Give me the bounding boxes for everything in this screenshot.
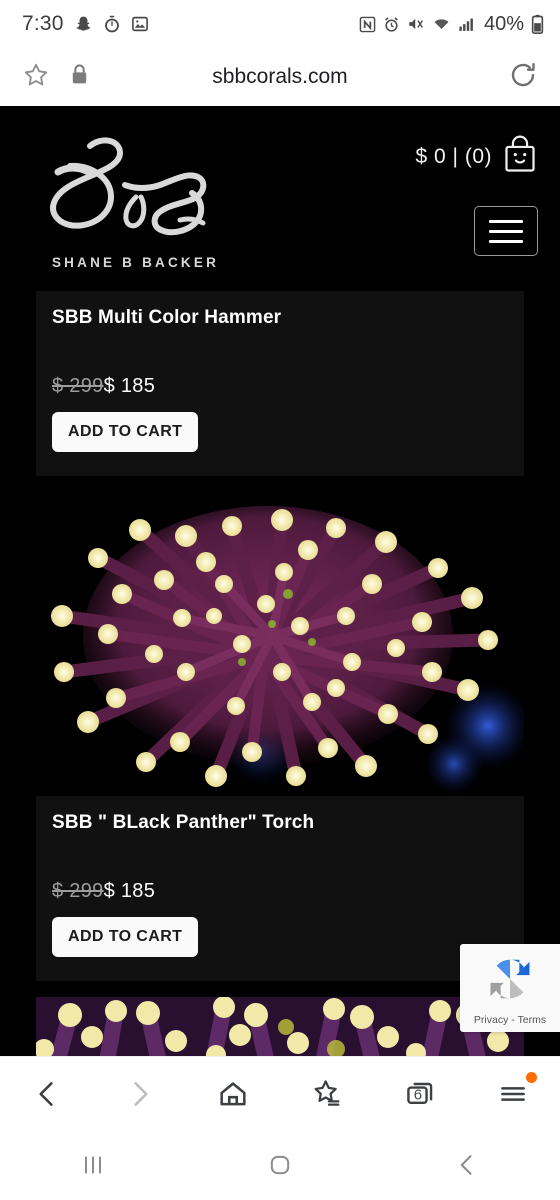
battery-percent-label: 40% xyxy=(483,12,524,35)
back-button[interactable] xyxy=(427,1140,507,1190)
tab-count-label: 6 xyxy=(413,1085,423,1103)
product-listing: SBB Multi Color Hammer $ 299$ 185 ADD TO… xyxy=(0,291,560,1056)
android-nav-bar xyxy=(0,1130,560,1200)
product-image[interactable] xyxy=(36,476,524,796)
home-button[interactable] xyxy=(240,1140,320,1190)
browser-menu-button[interactable] xyxy=(481,1064,545,1124)
cart-summary[interactable]: $ 0 | (0) xyxy=(416,134,538,179)
recaptcha-privacy-terms[interactable]: Privacy - Terms xyxy=(474,1014,546,1026)
signal-icon xyxy=(458,16,475,33)
url-bar-left-icons xyxy=(22,61,89,94)
browser-home-button[interactable] xyxy=(201,1064,265,1124)
recaptcha-badge[interactable]: Privacy - Terms xyxy=(460,944,560,1032)
lock-icon[interactable] xyxy=(70,63,89,91)
product-current-price: $ 185 xyxy=(103,880,156,902)
product-card[interactable]: SBB Multi Color Hammer $ 299$ 185 ADD TO… xyxy=(0,291,560,476)
product-price: $ 299$ 185 xyxy=(52,880,524,903)
star-icon[interactable] xyxy=(22,61,50,94)
status-bar-left: 7:30 xyxy=(22,12,149,36)
android-status-bar: 7:30 40% xyxy=(0,0,560,48)
status-bar-right: 40% xyxy=(359,13,544,36)
snapchat-icon xyxy=(74,15,93,34)
menu-notification-dot xyxy=(526,1071,538,1083)
timer-icon xyxy=(103,15,121,33)
site-logo[interactable]: SHANE B BACKER xyxy=(28,128,243,270)
browser-forward-button[interactable] xyxy=(108,1064,172,1124)
hamburger-line xyxy=(489,239,523,243)
black-panther-torch-coral-photo xyxy=(36,476,524,796)
hamburger-line xyxy=(489,229,523,233)
product-image[interactable] xyxy=(36,997,524,1056)
sbb-monogram-icon xyxy=(50,137,207,236)
site-hamburger-menu-button[interactable] xyxy=(474,206,538,256)
hamburger-line xyxy=(489,219,523,223)
shopping-bag-icon[interactable] xyxy=(502,134,538,179)
add-to-cart-button[interactable]: ADD TO CART xyxy=(52,917,199,957)
product-current-price: $ 185 xyxy=(103,375,156,397)
battery-icon xyxy=(531,14,544,34)
image-icon xyxy=(131,15,149,33)
recents-button[interactable] xyxy=(53,1140,133,1190)
browser-bottom-toolbar: 6 xyxy=(0,1056,560,1130)
wifi-icon xyxy=(432,15,451,33)
logo-subtitle: SHANE B BACKER xyxy=(51,255,220,270)
product-title: SBB Multi Color Hammer xyxy=(52,307,282,328)
product-old-price: $ 299 xyxy=(52,375,104,397)
phone-screen: 7:30 40% sbbcorals.com SHANE B BACKER $ … xyxy=(0,0,560,1200)
cart-total-label: $ 0 | (0) xyxy=(415,144,492,168)
nfc-icon xyxy=(359,16,376,33)
product-title: SBB " BLack Panther" Torch xyxy=(52,812,315,833)
product-price: $ 299$ 185 xyxy=(52,375,524,398)
product-info: SBB Multi Color Hammer $ 299$ 185 ADD TO… xyxy=(36,291,524,476)
webpage-viewport[interactable]: SHANE B BACKER $ 0 | (0) SBB Multi Color… xyxy=(0,106,560,1056)
status-bar-clock: 7:30 xyxy=(22,12,64,35)
site-header: SHANE B BACKER $ 0 | (0) xyxy=(0,106,560,291)
third-coral-photo-partial xyxy=(36,997,524,1056)
product-old-price: $ 299 xyxy=(52,880,104,902)
product-info: SBB " BLack Panther" Torch $ 299$ 185 AD… xyxy=(36,796,524,981)
browser-back-button[interactable] xyxy=(15,1064,79,1124)
recaptcha-icon xyxy=(482,951,538,1012)
browser-bookmarks-button[interactable] xyxy=(295,1064,359,1124)
alarm-icon xyxy=(383,16,400,33)
reload-icon[interactable] xyxy=(508,60,538,95)
browser-tabs-button[interactable]: 6 xyxy=(388,1064,452,1124)
mute-icon xyxy=(407,15,425,33)
browser-url-bar[interactable]: sbbcorals.com xyxy=(0,48,560,106)
add-to-cart-button[interactable]: ADD TO CART xyxy=(52,412,199,452)
